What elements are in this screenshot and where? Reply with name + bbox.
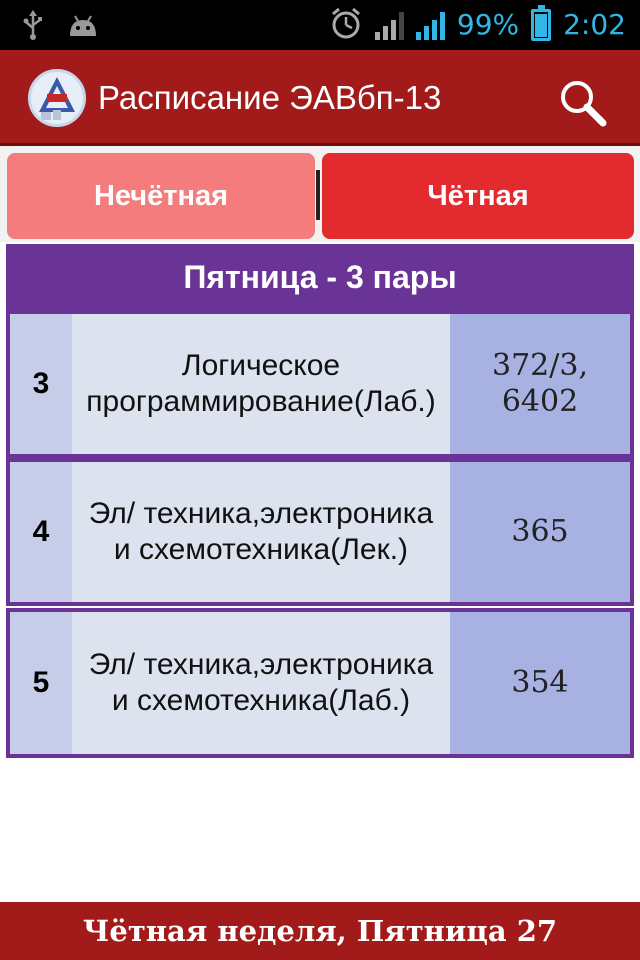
lesson-room: 354 xyxy=(450,612,630,754)
list-item[interactable]: 3 Логическое программирование(Лаб.) 372/… xyxy=(6,310,634,458)
tab-divider xyxy=(316,170,320,220)
status-bar: 99% 2:02 xyxy=(0,0,640,50)
search-button[interactable] xyxy=(556,76,610,130)
week-tabs: Нечётная Чётная xyxy=(0,146,640,242)
battery-percent: 99% xyxy=(456,8,520,41)
clock: 2:02 xyxy=(563,8,626,41)
battery-icon xyxy=(531,5,552,41)
lesson-subject: Эл/ техника,электроника и схемотехника(Л… xyxy=(72,612,450,754)
week-status-footer: Чётная неделя, Пятница 27 xyxy=(0,902,640,960)
lesson-subject: Эл/ техника,электроника и схемотехника(Л… xyxy=(72,462,450,602)
lesson-room: 365 xyxy=(450,462,630,602)
action-bar: Расписание ЭАВбп-13 xyxy=(0,50,640,146)
android-icon xyxy=(66,12,100,43)
tab-even-week[interactable]: Чётная xyxy=(322,153,634,239)
tab-odd-week[interactable]: Нечётная xyxy=(7,153,315,239)
signal-icon xyxy=(415,10,445,40)
day-header: Пятница - 3 пары xyxy=(6,244,634,310)
search-icon xyxy=(556,81,610,134)
lesson-number: 4 xyxy=(10,462,72,602)
university-logo-icon[interactable] xyxy=(28,69,86,127)
alarm-icon xyxy=(329,6,363,45)
lesson-number: 3 xyxy=(10,314,72,454)
usb-icon xyxy=(22,10,44,45)
lesson-number: 5 xyxy=(10,612,72,754)
signal-icon xyxy=(374,10,404,40)
lesson-room: 372/3, 6402 xyxy=(450,314,630,454)
list-item[interactable]: 4 Эл/ техника,электроника и схемотехника… xyxy=(6,458,634,606)
lesson-subject: Логическое программирование(Лаб.) xyxy=(72,314,450,454)
list-item[interactable]: 5 Эл/ техника,электроника и схемотехника… xyxy=(6,608,634,758)
app-title: Расписание ЭАВбп-13 xyxy=(98,79,442,116)
